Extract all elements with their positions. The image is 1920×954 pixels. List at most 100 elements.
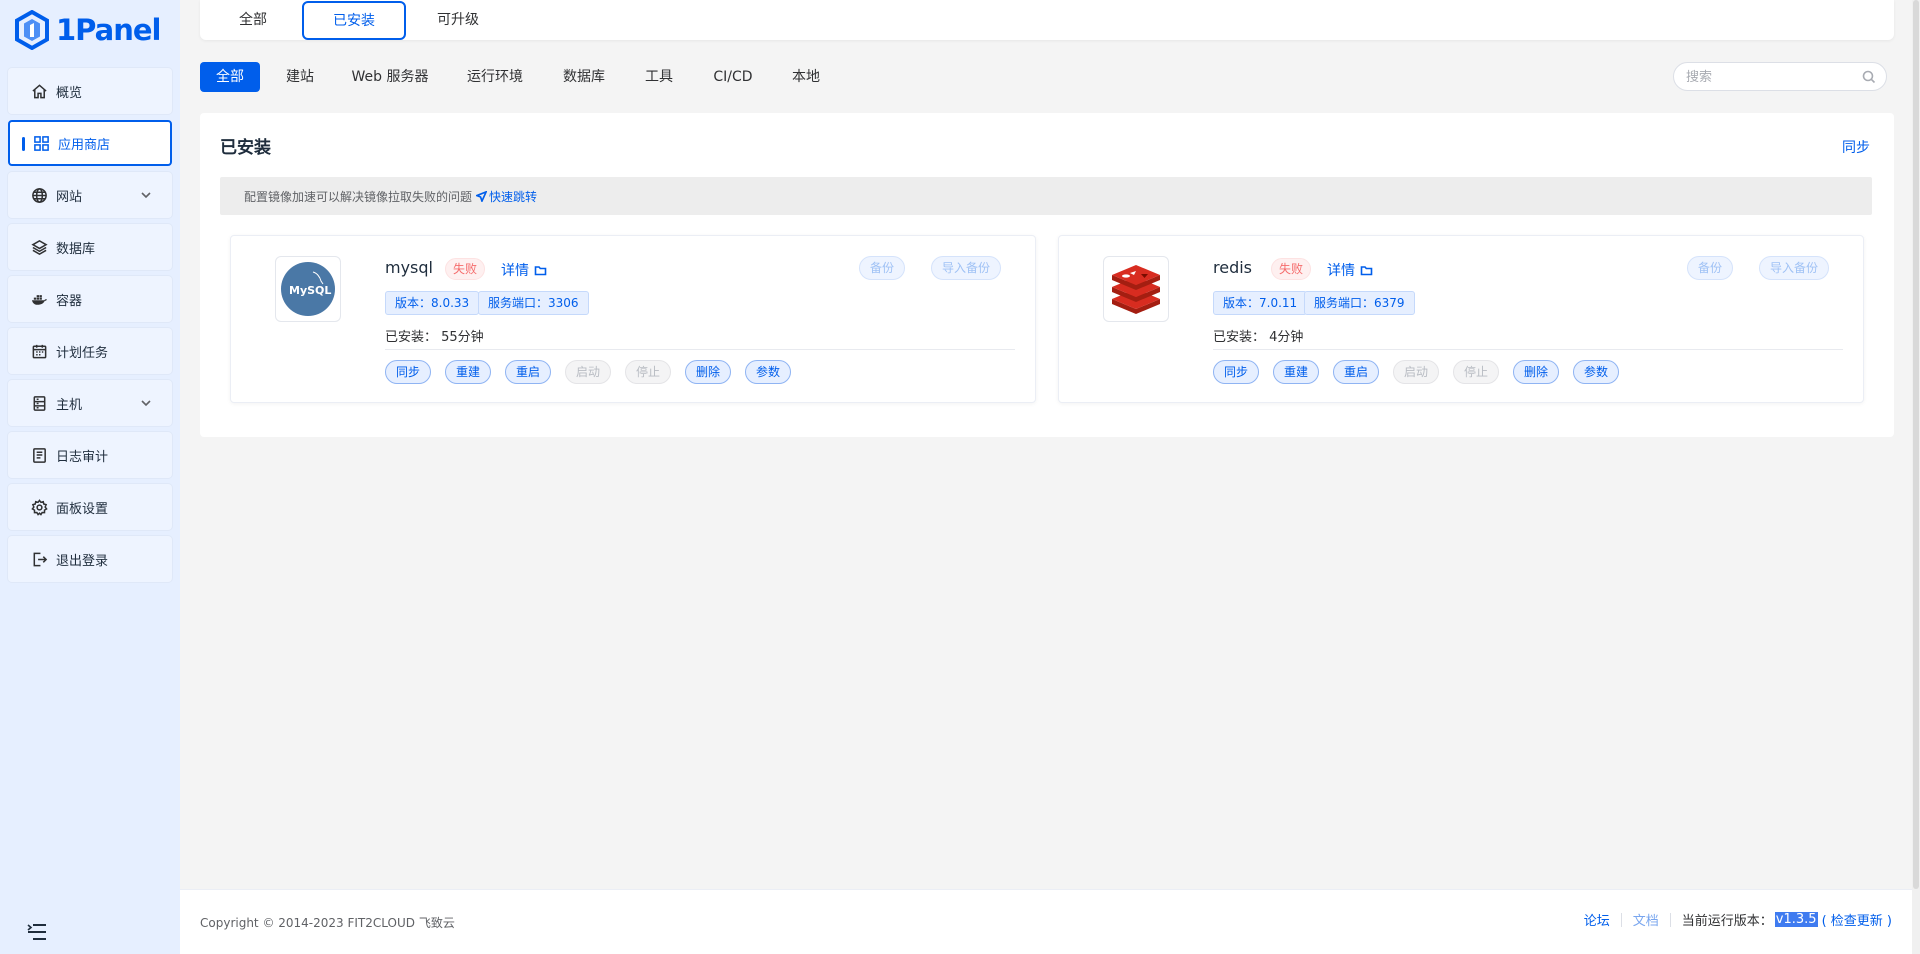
category-cicd-button[interactable]: CI/CD [700, 62, 766, 92]
category-runtime-button[interactable]: 运行环境 [458, 62, 532, 92]
backup-button[interactable]: 备份 [1687, 256, 1734, 280]
app-name: redis [1213, 258, 1253, 277]
sidebar-item-host[interactable]: 主机 [8, 380, 172, 426]
tab-upgradable[interactable]: 可升级 [430, 0, 486, 40]
search-box [1673, 62, 1887, 91]
sidebar-item-app-store[interactable]: 应用商店 [8, 120, 172, 166]
folder-icon [534, 265, 547, 275]
footer: Copyright © 2014-2023 FIT2CLOUD 飞致云 论坛 文… [180, 889, 1920, 954]
version-value: v1.3.5 [1774, 912, 1818, 927]
sidebar-item-label: 主机 [56, 397, 83, 413]
stop-button: 停止 [625, 360, 672, 384]
divider [385, 349, 1015, 350]
search-input[interactable] [1686, 68, 1856, 86]
chevron-down-icon [140, 397, 152, 409]
category-database-button[interactable]: 数据库 [550, 62, 618, 92]
sidebar-item-database[interactable]: 数据库 [8, 224, 172, 270]
sidebar-item-settings[interactable]: 面板设置 [8, 484, 172, 530]
version-tag: 版本：8.0.33 [385, 291, 480, 315]
installed-time: 已安装： 4分钟 [1213, 330, 1304, 345]
sync-button[interactable]: 同步 [385, 360, 432, 384]
params-button[interactable]: 参数 [1573, 360, 1620, 384]
brand-name: 1Panel [56, 13, 161, 47]
category-web-server-button[interactable]: Web 服务器 [340, 62, 440, 92]
installed-time: 已安装： 55分钟 [385, 330, 484, 345]
page-scrollbar[interactable] [1912, 0, 1920, 954]
restart-button[interactable]: 重启 [505, 360, 552, 384]
app-store-tabs: 全部 已安装 可升级 [200, 0, 1894, 40]
calendar-icon [30, 342, 48, 360]
page-title: 已安装 [220, 138, 271, 158]
docker-icon [30, 290, 48, 308]
sidebar-item-label: 退出登录 [56, 553, 109, 569]
detail-link[interactable]: 详情 [1327, 260, 1373, 280]
sidebar-item-website[interactable]: 网站 [8, 172, 172, 218]
log-icon [30, 446, 48, 464]
brand-logo[interactable]: 1Panel [14, 8, 161, 52]
mirror-notice: 配置镜像加速可以解决镜像拉取失败的问题 快速跳转 [220, 177, 1872, 215]
sidebar-nav: 概览 应用商店 网站 数据库 容器 计划任务 主机 日志审计 面板设置 退出登录 [8, 68, 172, 588]
gear-icon [30, 498, 48, 516]
category-all-button[interactable]: 全部 [200, 62, 260, 92]
quick-jump-link[interactable]: 快速跳转 [476, 188, 537, 205]
sidebar-item-logout[interactable]: 退出登录 [8, 536, 172, 582]
app-name: mysql [385, 258, 433, 277]
category-website-button[interactable]: 建站 [278, 62, 322, 92]
category-tools-button[interactable]: 工具 [636, 62, 682, 92]
category-local-button[interactable]: 本地 [784, 62, 828, 92]
mysql-logo-icon: MySQL [275, 256, 341, 322]
footer-links: 论坛 文档 当前运行版本： v1.3.5 ( 检查更新 ) [1584, 910, 1892, 929]
start-button: 启动 [565, 360, 612, 384]
docs-link[interactable]: 文档 [1633, 910, 1659, 929]
grid-icon [32, 134, 50, 152]
redis-logo-icon [1103, 256, 1169, 322]
server-icon [30, 394, 48, 412]
params-button[interactable]: 参数 [745, 360, 792, 384]
import-backup-button[interactable]: 导入备份 [1759, 256, 1830, 280]
check-update-link[interactable]: ( 检查更新 ) [1822, 910, 1892, 929]
delete-button[interactable]: 删除 [1513, 360, 1560, 384]
sidebar-item-label: 容器 [56, 293, 83, 309]
delete-button[interactable]: 删除 [685, 360, 732, 384]
home-icon [30, 82, 48, 100]
port-tag: 服务端口：6379 [1304, 291, 1415, 315]
sidebar-item-label: 概览 [56, 85, 83, 101]
copyright: Copyright © 2014-2023 FIT2CLOUD 飞致云 [200, 916, 455, 930]
sync-link[interactable]: 同步 [1842, 137, 1870, 157]
sync-button[interactable]: 同步 [1213, 360, 1260, 384]
sidebar-item-overview[interactable]: 概览 [8, 68, 172, 114]
backup-button[interactable]: 备份 [859, 256, 906, 280]
sidebar: 1Panel 概览 应用商店 网站 数据库 容器 计划任务 主机 日志审计 面板… [0, 0, 180, 954]
divider [1669, 912, 1671, 927]
globe-icon [30, 186, 48, 204]
detail-link[interactable]: 详情 [501, 260, 547, 280]
notice-text: 配置镜像加速可以解决镜像拉取失败的问题 [244, 189, 473, 204]
status-badge: 失败 [445, 258, 486, 280]
tab-installed[interactable]: 已安装 [302, 1, 406, 40]
start-button: 启动 [1393, 360, 1440, 384]
sidebar-item-container[interactable]: 容器 [8, 276, 172, 322]
app-card-redis: redis 失败 详情 备份 导入备份 版本：7.0.11 服务端口：6379 … [1058, 235, 1864, 403]
sidebar-item-logs[interactable]: 日志审计 [8, 432, 172, 478]
rebuild-button[interactable]: 重建 [445, 360, 492, 384]
app-card-mysql: MySQL mysql 失败 详情 备份 导入备份 版本：8.0.33 服务端口… [230, 235, 1036, 403]
tab-all[interactable]: 全部 [228, 0, 278, 40]
sidebar-item-label: 数据库 [56, 241, 96, 257]
layers-icon [30, 238, 48, 256]
chevron-down-icon [140, 189, 152, 201]
sidebar-item-cron[interactable]: 计划任务 [8, 328, 172, 374]
restart-button[interactable]: 重启 [1333, 360, 1380, 384]
divider [1620, 912, 1622, 927]
port-tag: 服务端口：3306 [478, 291, 589, 315]
forum-link[interactable]: 论坛 [1584, 910, 1610, 929]
send-icon [476, 190, 488, 202]
sidebar-collapse-icon[interactable] [26, 922, 48, 942]
scrollbar-thumb[interactable] [1913, 0, 1919, 889]
installed-apps-panel: 已安装 同步 配置镜像加速可以解决镜像拉取失败的问题 快速跳转 MySQL my… [200, 113, 1894, 437]
version-tag: 版本：7.0.11 [1213, 291, 1308, 315]
import-backup-button[interactable]: 导入备份 [931, 256, 1002, 280]
search-icon[interactable] [1862, 70, 1876, 84]
divider [1213, 349, 1843, 350]
sidebar-item-label: 计划任务 [56, 345, 109, 361]
rebuild-button[interactable]: 重建 [1273, 360, 1320, 384]
